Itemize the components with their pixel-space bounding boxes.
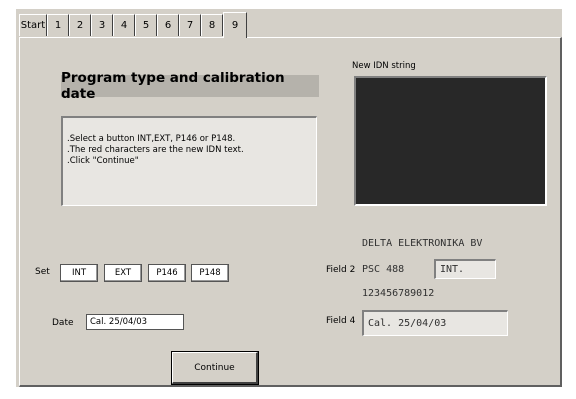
instruction-line: .The red characters are the new IDN text… xyxy=(67,145,244,155)
tab-2[interactable]: 2 xyxy=(69,14,91,36)
tab-start[interactable]: Start xyxy=(19,14,47,36)
p146-button[interactable]: P146 xyxy=(147,263,187,283)
tab-3[interactable]: 3 xyxy=(91,14,113,36)
instruction-line: .Click "Continue" xyxy=(67,156,139,166)
instructions-box: .Select a button INT,EXT, P146 or P148. … xyxy=(61,116,317,206)
date-input[interactable]: Cal. 25/04/03 xyxy=(86,314,184,330)
tab-9[interactable]: 9 xyxy=(223,12,247,38)
idn-display xyxy=(354,76,547,206)
set-label: Set xyxy=(35,267,50,277)
idn-label: New IDN string xyxy=(352,61,416,71)
instruction-line: .Select a button INT,EXT, P146 or P148. xyxy=(67,134,236,144)
tab-6[interactable]: 6 xyxy=(157,14,179,36)
tab-1[interactable]: 1 xyxy=(47,14,69,36)
int-button[interactable]: INT xyxy=(59,263,99,283)
idn-serial: 123456789012 xyxy=(362,288,435,299)
field2-value: INT. xyxy=(434,259,496,279)
page-title: Program type and calibration date xyxy=(61,70,319,102)
tab-7[interactable]: 7 xyxy=(179,14,201,36)
continue-button[interactable]: Continue xyxy=(171,351,259,385)
field2-text: INT. xyxy=(440,264,465,275)
idn-manufacturer: DELTA ELEKTRONIKA BV xyxy=(362,238,483,249)
field2-label: Field 2 xyxy=(326,265,356,275)
field4-value: Cal. 25/04/03 xyxy=(362,310,508,336)
idn-model: PSC 488 xyxy=(362,264,405,275)
p148-button[interactable]: P148 xyxy=(190,263,230,283)
date-label: Date xyxy=(52,318,74,328)
field4-text: Cal. 25/04/03 xyxy=(368,318,447,329)
ext-button[interactable]: EXT xyxy=(103,263,143,283)
tab-8[interactable]: 8 xyxy=(201,14,223,36)
field4-label: Field 4 xyxy=(326,316,356,326)
tab-4[interactable]: 4 xyxy=(113,14,135,36)
tab-5[interactable]: 5 xyxy=(135,14,157,36)
